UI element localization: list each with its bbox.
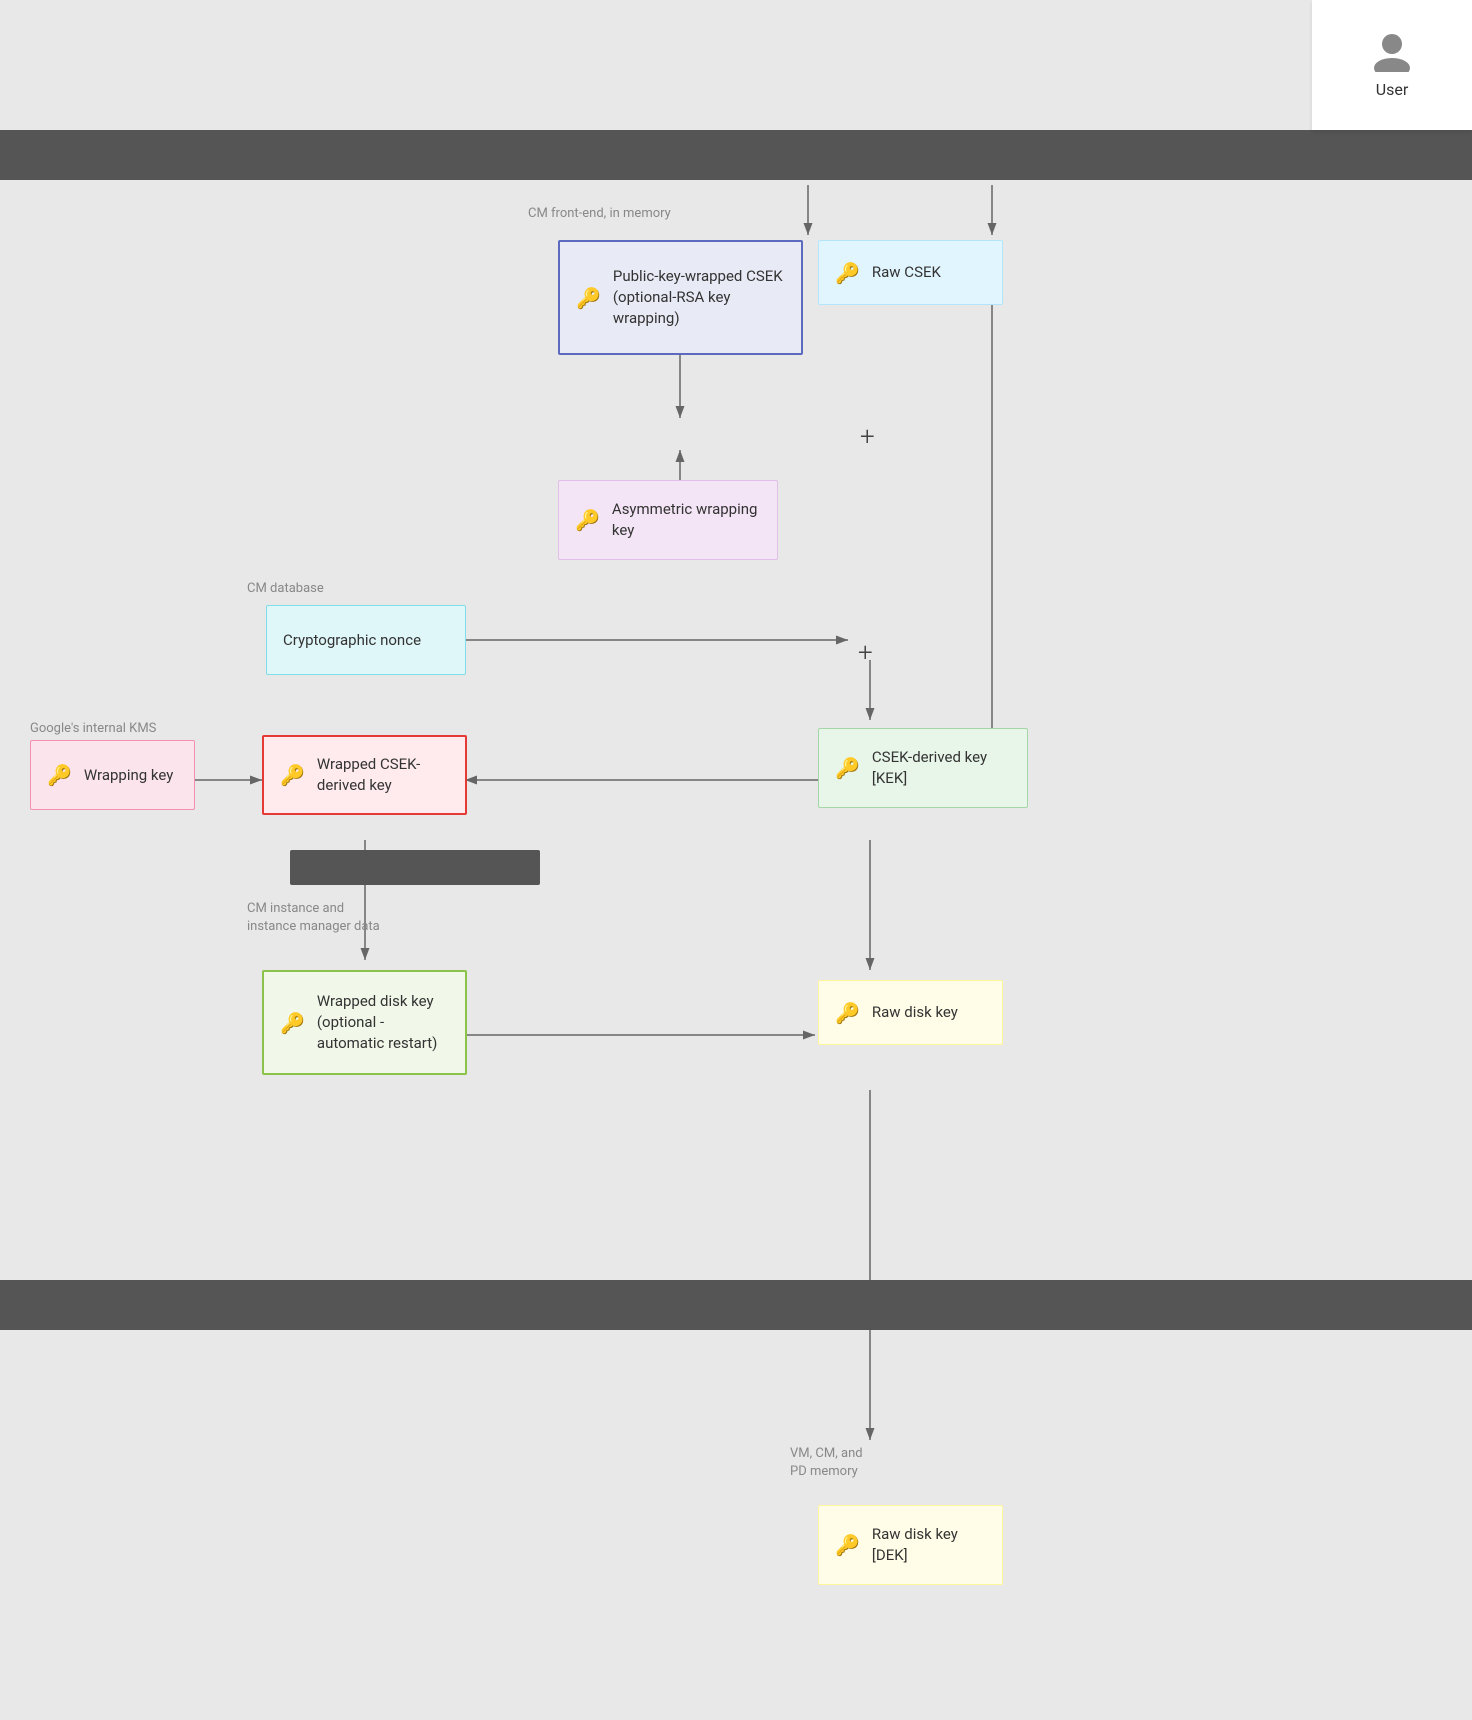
wrapped-disk-key-label: Wrapped disk key (optional - automatic r… [317,991,449,1054]
google-kms-label: Google's internal KMS [30,720,156,738]
top-header: User [0,0,1472,130]
raw-disk-key-label: Raw disk key [872,1002,958,1023]
plus-sign-2: + [858,638,873,668]
cm-frontend-label: CM front-end, in memory [528,205,671,223]
crypto-nonce-label: Cryptographic nonce [283,630,421,651]
redacted-bar [290,850,540,885]
wrapped-csek-derived-box: 🔑 Wrapped CSEK-derived key [262,735,467,815]
asymmetric-wrapping-label: Asymmetric wrapping key [612,499,761,541]
key-icon-wrapped-csek: 🔑 [280,761,305,789]
key-icon-wrapped-disk: 🔑 [280,1009,305,1037]
diagram-area: CM front-end, in memory 🔑 Public-key-wra… [0,180,1472,1280]
csek-derived-kek-label: CSEK-derived key [KEK] [872,747,1011,789]
raw-csek-box: 🔑 Raw CSEK [818,240,1003,305]
wrapping-key-box: 🔑 Wrapping key [30,740,195,810]
wrapping-key-label: Wrapping key [84,765,173,786]
dark-bar-bottom [0,1280,1472,1330]
user-card: User [1312,0,1472,130]
asymmetric-wrapping-box: 🔑 Asymmetric wrapping key [558,480,778,560]
key-icon-wrapping: 🔑 [47,761,72,789]
key-icon-raw-disk: 🔑 [835,999,860,1027]
key-icon-asym: 🔑 [575,506,600,534]
bottom-area: VM, CM, and PD memory 🔑 Raw disk key [DE… [0,1330,1472,1720]
wrapped-disk-key-box: 🔑 Wrapped disk key (optional - automatic… [262,970,467,1075]
key-icon-raw-disk-dek: 🔑 [835,1531,860,1559]
wrapped-csek-derived-label: Wrapped CSEK-derived key [317,754,449,796]
public-key-wrapped-label: Public-key-wrapped CSEK (optional-RSA ke… [613,266,785,329]
public-key-wrapped-box: 🔑 Public-key-wrapped CSEK (optional-RSA … [558,240,803,355]
csek-derived-kek-box: 🔑 CSEK-derived key [KEK] [818,728,1028,808]
vm-cm-pd-label: VM, CM, and PD memory [790,1445,863,1481]
dark-bar-top [0,130,1472,180]
raw-disk-key-dek-label: Raw disk key [DEK] [872,1524,986,1566]
raw-disk-key-dek-box: 🔑 Raw disk key [DEK] [818,1505,1003,1585]
user-icon [1372,32,1412,72]
user-label: User [1376,80,1409,99]
raw-disk-key-box: 🔑 Raw disk key [818,980,1003,1045]
key-icon-public: 🔑 [576,284,601,312]
raw-csek-label: Raw CSEK [872,262,941,283]
bottom-arrows [0,1330,1472,1720]
key-icon-raw-csek: 🔑 [835,259,860,287]
cm-instance-label: CM instance and instance manager data [247,900,380,936]
plus-sign-1: + [860,422,875,452]
cm-database-label: CM database [247,580,324,598]
crypto-nonce-box: Cryptographic nonce [266,605,466,675]
key-icon-csek-kek: 🔑 [835,754,860,782]
